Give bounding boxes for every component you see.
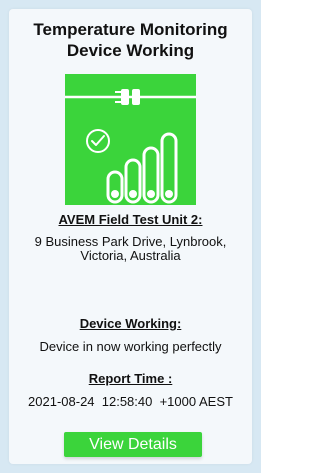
status-text: Device in now working perfectly <box>39 339 222 354</box>
unit-heading: AVEM Field Test Unit 2: <box>58 212 203 227</box>
status-heading: Device Working: <box>79 316 182 331</box>
view-details-button[interactable]: View Details <box>64 432 202 457</box>
device-status-card: Temperature Monitoring Device Working AV… <box>9 9 252 464</box>
report-time-heading: Report Time : <box>88 371 173 386</box>
card-title: Temperature Monitoring Device Working <box>33 20 228 60</box>
page-background: Temperature Monitoring Device Working AV… <box>0 0 261 473</box>
plug-signal-bars-check-icon <box>65 74 196 205</box>
unit-address: 9 Business Park Drive, Lynbrook, Victori… <box>34 234 227 263</box>
report-time-value: 2021-08-24 12:58:40 +1000 AEST <box>28 394 233 409</box>
